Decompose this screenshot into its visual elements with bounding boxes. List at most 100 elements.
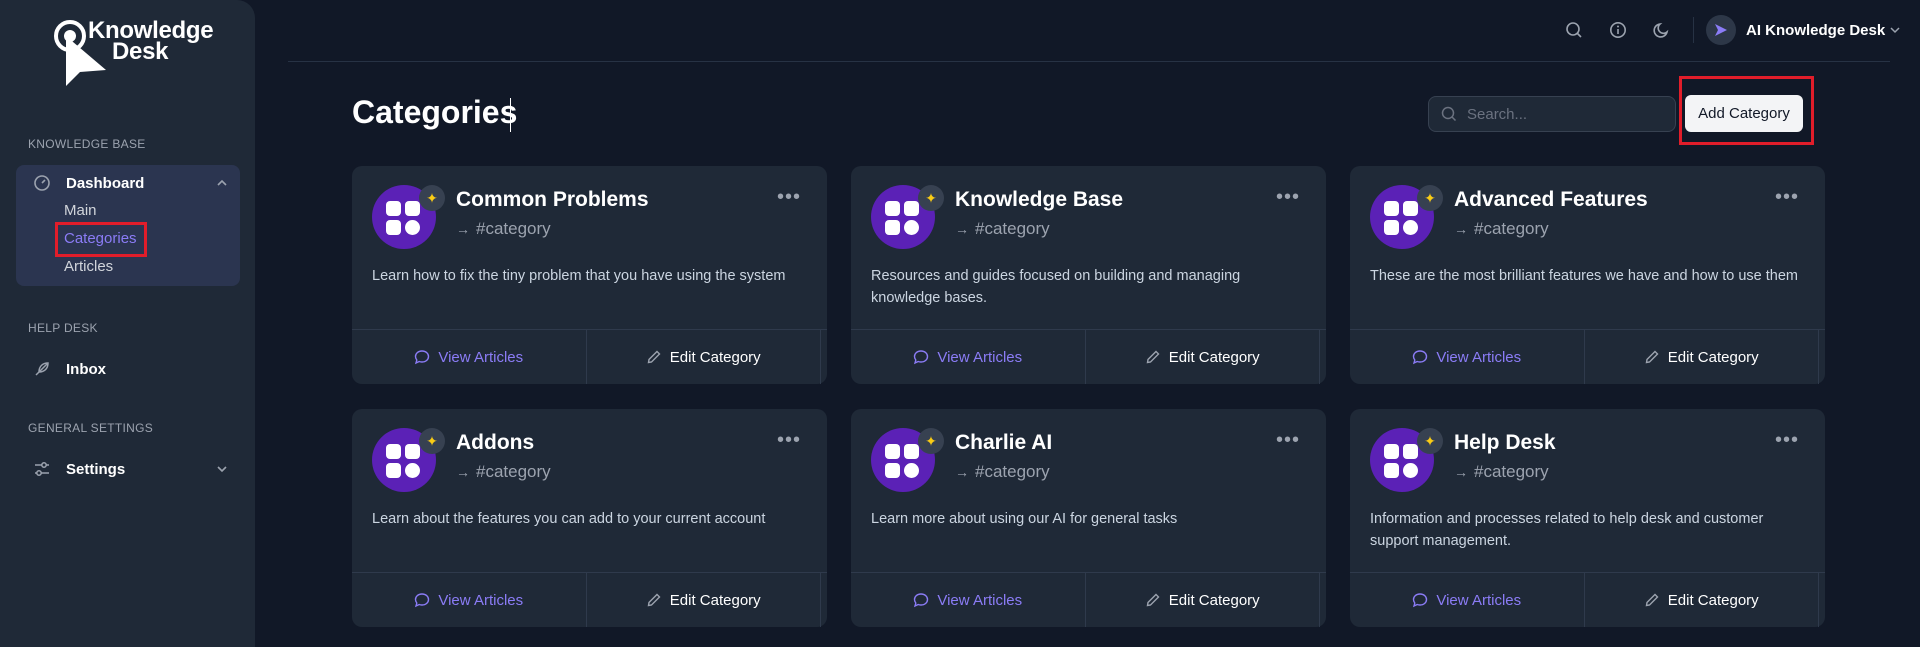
card-tag: → #category <box>1454 219 1549 239</box>
pencil-icon <box>1146 350 1160 364</box>
edit-category-label: Edit Category <box>1168 591 1260 609</box>
card-tag: → #category <box>456 462 551 482</box>
card-title: Addons <box>456 431 535 454</box>
chat-bubble-icon <box>914 593 929 608</box>
pencil-icon <box>1146 593 1160 607</box>
chat-bubble-icon <box>415 593 430 608</box>
info-icon[interactable] <box>1607 19 1629 41</box>
chevron-down-icon <box>1890 27 1900 34</box>
chevron-down-icon[interactable] <box>215 462 229 476</box>
section-general-settings: GENERAL SETTINGS <box>28 421 154 435</box>
sparkle-icon: ✦ <box>918 185 944 211</box>
more-options-icon[interactable]: ••• <box>1276 186 1300 209</box>
card-title: Common Problems <box>456 188 649 211</box>
highlight-box <box>55 222 147 257</box>
pencil-icon <box>1645 350 1659 364</box>
sidebar-item-dashboard[interactable]: Dashboard <box>32 173 144 193</box>
card-title: Knowledge Base <box>955 188 1124 211</box>
sidebar-item-label: Dashboard <box>66 174 145 192</box>
more-options-icon[interactable]: ••• <box>777 429 801 452</box>
topbar-divider <box>288 61 1890 62</box>
arrow-right-icon: → <box>1454 464 1468 480</box>
category-card[interactable]: ✦ Common Problems → #category ••• Learn h… <box>352 166 827 384</box>
search-input[interactable] <box>1467 105 1657 123</box>
card-tag: → #category <box>955 219 1050 239</box>
edit-category-button[interactable]: Edit Category <box>1086 330 1320 384</box>
edit-category-label: Edit Category <box>1667 348 1759 366</box>
chat-bubble-icon <box>1413 350 1428 365</box>
card-footer: View Articles Edit Category <box>851 572 1326 627</box>
view-articles-label: View Articles <box>1436 348 1522 366</box>
card-description: Learn how to fix the tiny problem that y… <box>372 268 786 284</box>
card-description: These are the most brilliant features we… <box>1370 268 1798 284</box>
search-field[interactable] <box>1428 96 1676 132</box>
card-tag: → #category <box>955 462 1050 482</box>
sidebar-item-settings[interactable]: Settings <box>32 459 125 479</box>
view-articles-button[interactable]: View Articles <box>851 330 1086 384</box>
sliders-icon <box>32 459 52 479</box>
card-tag-text: #category <box>1474 219 1549 238</box>
sparkle-icon: ✦ <box>1417 185 1443 211</box>
card-tag-text: #category <box>476 219 551 238</box>
view-articles-label: View Articles <box>1436 591 1522 609</box>
search-icon <box>1441 106 1457 122</box>
sidebar: Knowledge Desk KNOWLEDGE BASE Dashboard … <box>0 0 255 647</box>
view-articles-button[interactable]: View Articles <box>352 573 587 627</box>
category-card[interactable]: ✦ Knowledge Base → #category ••• Resource… <box>851 166 1326 384</box>
card-title: Charlie AI <box>955 431 1053 454</box>
card-description: Learn more about using our AI for genera… <box>871 511 1178 527</box>
card-title: Advanced Features <box>1454 188 1648 211</box>
topbar-separator <box>1693 17 1694 43</box>
view-articles-button[interactable]: View Articles <box>1350 573 1585 627</box>
text-cursor <box>510 98 511 132</box>
sidebar-item-inbox[interactable]: Inbox <box>32 359 106 379</box>
chevron-up-icon[interactable] <box>215 176 229 190</box>
edit-category-button[interactable]: Edit Category <box>1086 573 1320 627</box>
view-articles-button[interactable]: View Articles <box>1350 330 1585 384</box>
category-card[interactable]: ✦ Charlie AI → #category ••• Learn more a… <box>851 409 1326 627</box>
arrow-right-icon: → <box>955 464 969 480</box>
more-options-icon[interactable]: ••• <box>777 186 801 209</box>
chat-bubble-icon <box>914 350 929 365</box>
sidebar-item-label: Settings <box>66 460 126 478</box>
search-icon[interactable] <box>1563 19 1585 41</box>
moon-icon[interactable] <box>1651 19 1673 41</box>
arrow-right-icon: → <box>955 221 969 237</box>
category-card[interactable]: ✦ Help Desk → #category ••• Information a… <box>1350 409 1825 627</box>
sidebar-subitem-articles[interactable]: Articles <box>64 258 113 275</box>
sidebar-subitem-main[interactable]: Main <box>64 202 97 219</box>
card-tag: → #category <box>1454 462 1549 482</box>
view-articles-label: View Articles <box>438 591 524 609</box>
section-help-desk: HELP DESK <box>28 321 98 335</box>
edit-category-button[interactable]: Edit Category <box>1585 330 1819 384</box>
view-articles-button[interactable]: View Articles <box>352 330 587 384</box>
edit-category-button[interactable]: Edit Category <box>587 330 821 384</box>
more-options-icon[interactable]: ••• <box>1775 429 1799 452</box>
edit-category-button[interactable]: Edit Category <box>587 573 821 627</box>
view-articles-button[interactable]: View Articles <box>851 573 1086 627</box>
card-description: Resources and guides focused on building… <box>871 268 1241 306</box>
arrow-right-icon: → <box>456 221 470 237</box>
more-options-icon[interactable]: ••• <box>1775 186 1799 209</box>
pencil-icon <box>647 350 661 364</box>
account-menu[interactable]: AI Knowledge Desk <box>1706 15 1901 45</box>
sidebar-item-label: Inbox <box>66 360 106 378</box>
edit-category-label: Edit Category <box>669 591 761 609</box>
chat-bubble-icon <box>1413 593 1428 608</box>
view-articles-label: View Articles <box>937 348 1023 366</box>
category-card[interactable]: ✦ Advanced Features → #category ••• These… <box>1350 166 1825 384</box>
arrow-right-icon: → <box>1454 221 1468 237</box>
section-knowledge-base: KNOWLEDGE BASE <box>28 137 146 151</box>
account-name: AI Knowledge Desk <box>1746 21 1886 39</box>
send-icon <box>1706 15 1736 45</box>
category-card[interactable]: ✦ Addons → #category ••• Learn about the … <box>352 409 827 627</box>
card-description: Information and processes related to hel… <box>1370 511 1764 549</box>
sparkle-icon: ✦ <box>419 185 445 211</box>
more-options-icon[interactable]: ••• <box>1276 429 1300 452</box>
pencil-icon <box>647 593 661 607</box>
edit-category-button[interactable]: Edit Category <box>1585 573 1819 627</box>
card-tag-text: #category <box>476 462 551 481</box>
app-logo[interactable]: Knowledge Desk <box>50 18 250 93</box>
card-footer: View Articles Edit Category <box>352 329 827 384</box>
sparkle-icon: ✦ <box>419 428 445 454</box>
